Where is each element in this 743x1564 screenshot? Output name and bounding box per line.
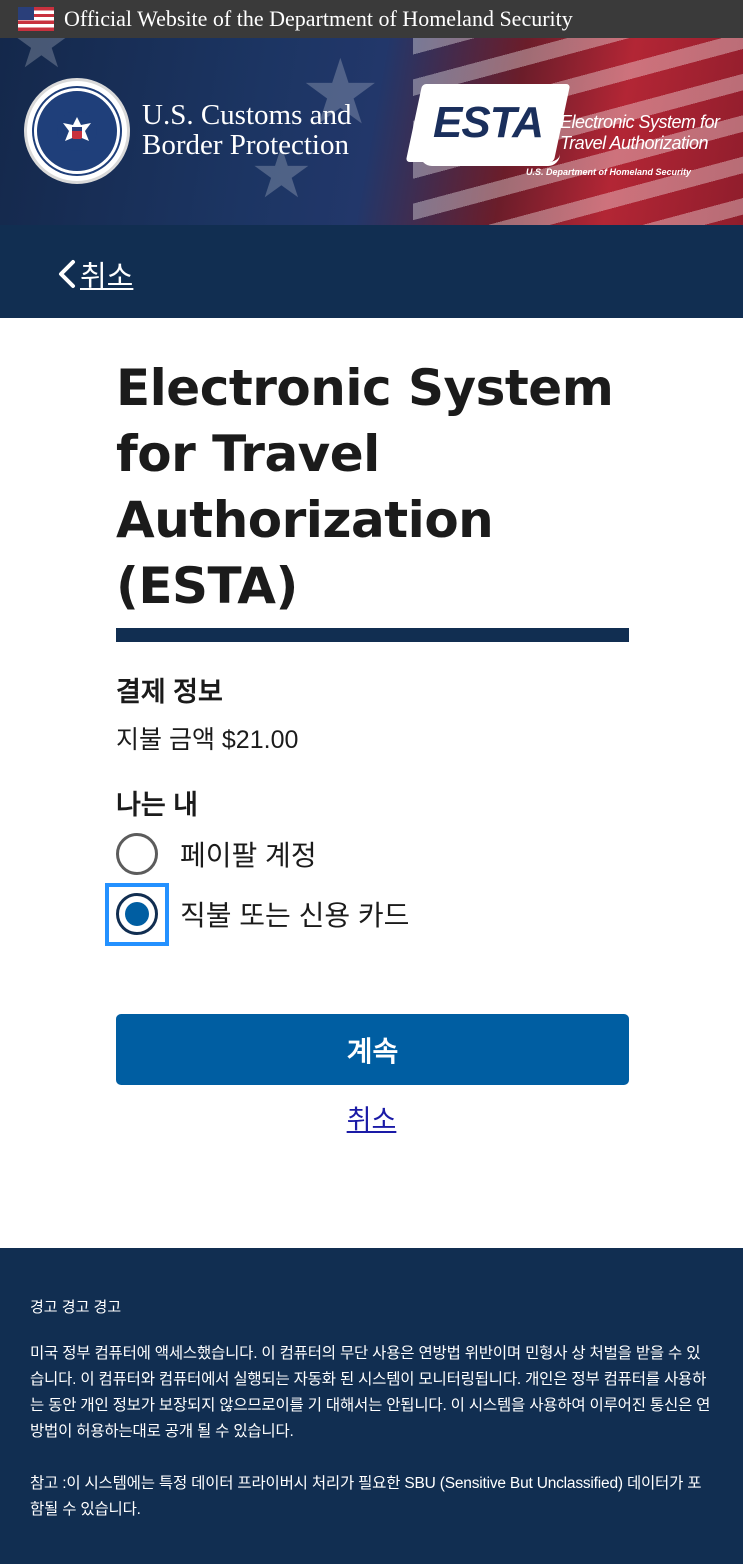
radio-option-label: 직불 또는 신용 카드 <box>180 900 410 931</box>
agency-name-line1: U.S. Customs and <box>142 99 352 131</box>
page-title-line: Electronic System <box>116 359 614 417</box>
esta-logo-text: ESTA <box>432 98 544 147</box>
cancel-link[interactable]: 취소 <box>347 1105 397 1135</box>
esta-logo-dept: U.S. Department of Homeland Security <box>526 167 692 177</box>
radio-option-label: 페이팔 계정 <box>180 840 317 871</box>
us-flag-icon <box>18 7 54 31</box>
radio-option-card[interactable]: 직불 또는 신용 카드 <box>116 893 409 935</box>
radio-checked-icon[interactable] <box>116 893 158 935</box>
cancel-link-wrapper: 취소 <box>0 1098 743 1137</box>
payment-method-legend: 나는 내 <box>116 790 199 820</box>
esta-logo-subtitle: Electronic System for Travel Authorizati… <box>560 112 720 154</box>
esta-sub-line2: Travel Authorization <box>560 133 709 153</box>
footer-warning-title: 경고 경고 경고 <box>30 1299 122 1316</box>
title-divider <box>116 628 629 642</box>
main-content: Electronic System for Travel Authorizati… <box>116 355 629 619</box>
footer-note-text: 참고 :이 시스템에는 특정 데이터 프라이버시 처리가 필요한 SBU (Se… <box>30 1475 702 1518</box>
footer-warning: 경고 경고 경고 미국 정부 컴퓨터에 액세스했습니다. 이 컴퓨터의 무단 사… <box>0 1248 743 1564</box>
agency-header: ★ ★ ★ U.S. Customs and Border Protection… <box>0 38 743 225</box>
official-banner-text: Official Website of the Department of Ho… <box>64 6 573 31</box>
back-cancel-label: 취소 <box>80 261 134 293</box>
chevron-left-icon <box>59 260 75 288</box>
nav-bar: 취소 <box>0 225 743 318</box>
continue-button[interactable]: 계속 <box>116 1014 629 1085</box>
esta-sub-line1: Electronic System for <box>560 112 720 132</box>
back-cancel-link[interactable]: 취소 <box>56 253 133 295</box>
payment-info-heading: 결제 정보 <box>116 677 223 707</box>
footer-warning-text: 미국 정부 컴퓨터에 액세스했습니다. 이 컴퓨터의 무단 사용은 연방법 위반… <box>30 1345 711 1440</box>
page-title-line: for Travel <box>116 425 380 483</box>
payment-amount-label: 지불 금액 <box>116 726 215 754</box>
esta-logo-mark: ESTA <box>405 84 571 162</box>
payment-amount: 지불 금액 $21.00 <box>116 720 298 756</box>
star-decoration: ★ <box>10 38 73 82</box>
radio-unchecked-icon[interactable] <box>116 833 158 875</box>
page-title-line: (ESTA) <box>116 557 298 615</box>
official-banner: Official Website of the Department of Ho… <box>0 0 743 38</box>
payment-amount-value: $21.00 <box>221 726 299 754</box>
agency-name: U.S. Customs and Border Protection <box>142 100 351 160</box>
radio-option-paypal[interactable]: 페이팔 계정 <box>116 833 317 875</box>
page-title: Electronic System for Travel Authorizati… <box>116 355 629 619</box>
page-title-line: Authorization <box>116 491 494 549</box>
agency-name-line2: Border Protection <box>142 129 349 161</box>
esta-logo: ESTA Electronic System for Travel Author… <box>405 84 732 184</box>
dhs-seal-icon <box>24 78 130 184</box>
